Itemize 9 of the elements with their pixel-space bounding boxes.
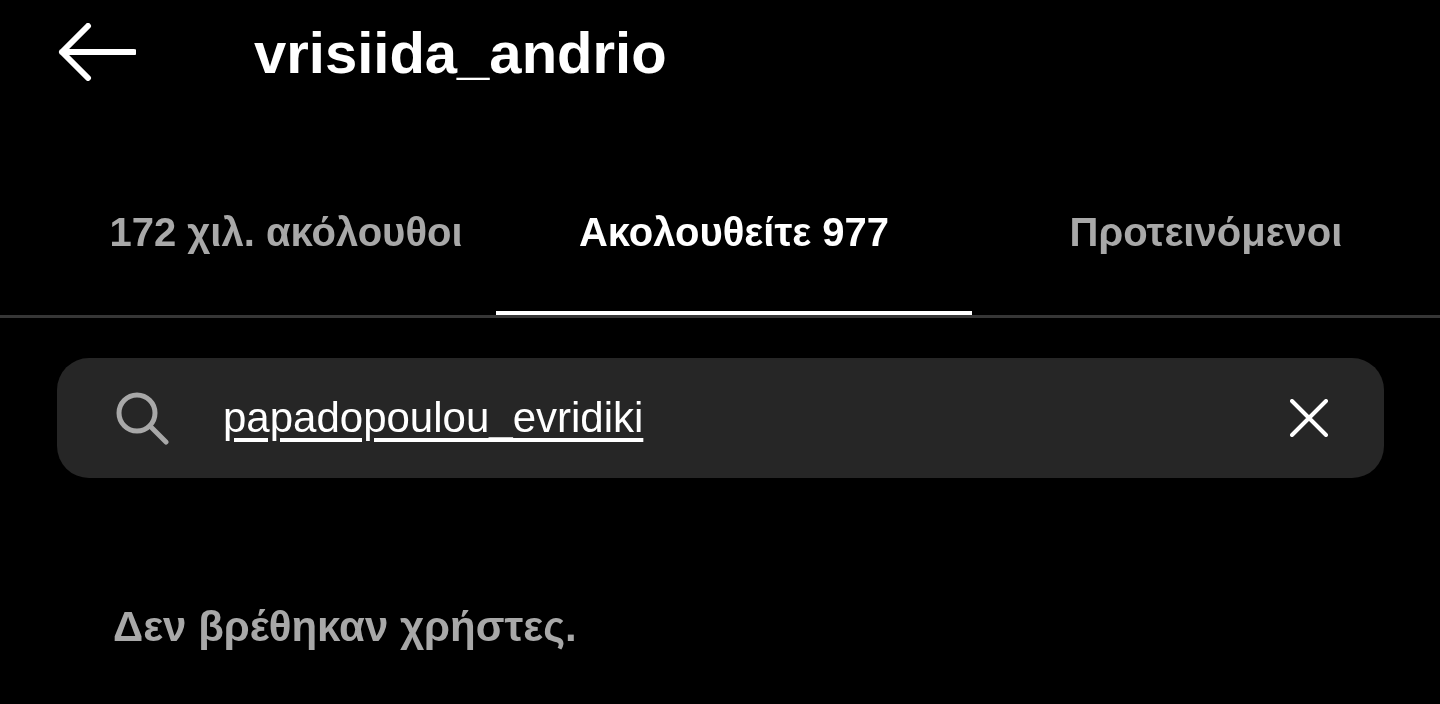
search-field[interactable]: papadopoulou_evridiki <box>57 358 1384 478</box>
close-icon[interactable] <box>1290 399 1328 437</box>
search-icon <box>115 391 169 445</box>
empty-message: Δεν βρέθηκαν χρήστες. <box>113 603 578 651</box>
tab[interactable]: Προτεινόμενοι <box>972 164 1440 315</box>
back-arrow-icon[interactable] <box>58 23 136 81</box>
tab[interactable]: Ακολουθείτε 977 <box>496 164 972 315</box>
profile-username: vrisiida_andrio <box>254 18 667 86</box>
tab[interactable]: 172 χιλ. ακόλουθοι <box>0 164 496 315</box>
